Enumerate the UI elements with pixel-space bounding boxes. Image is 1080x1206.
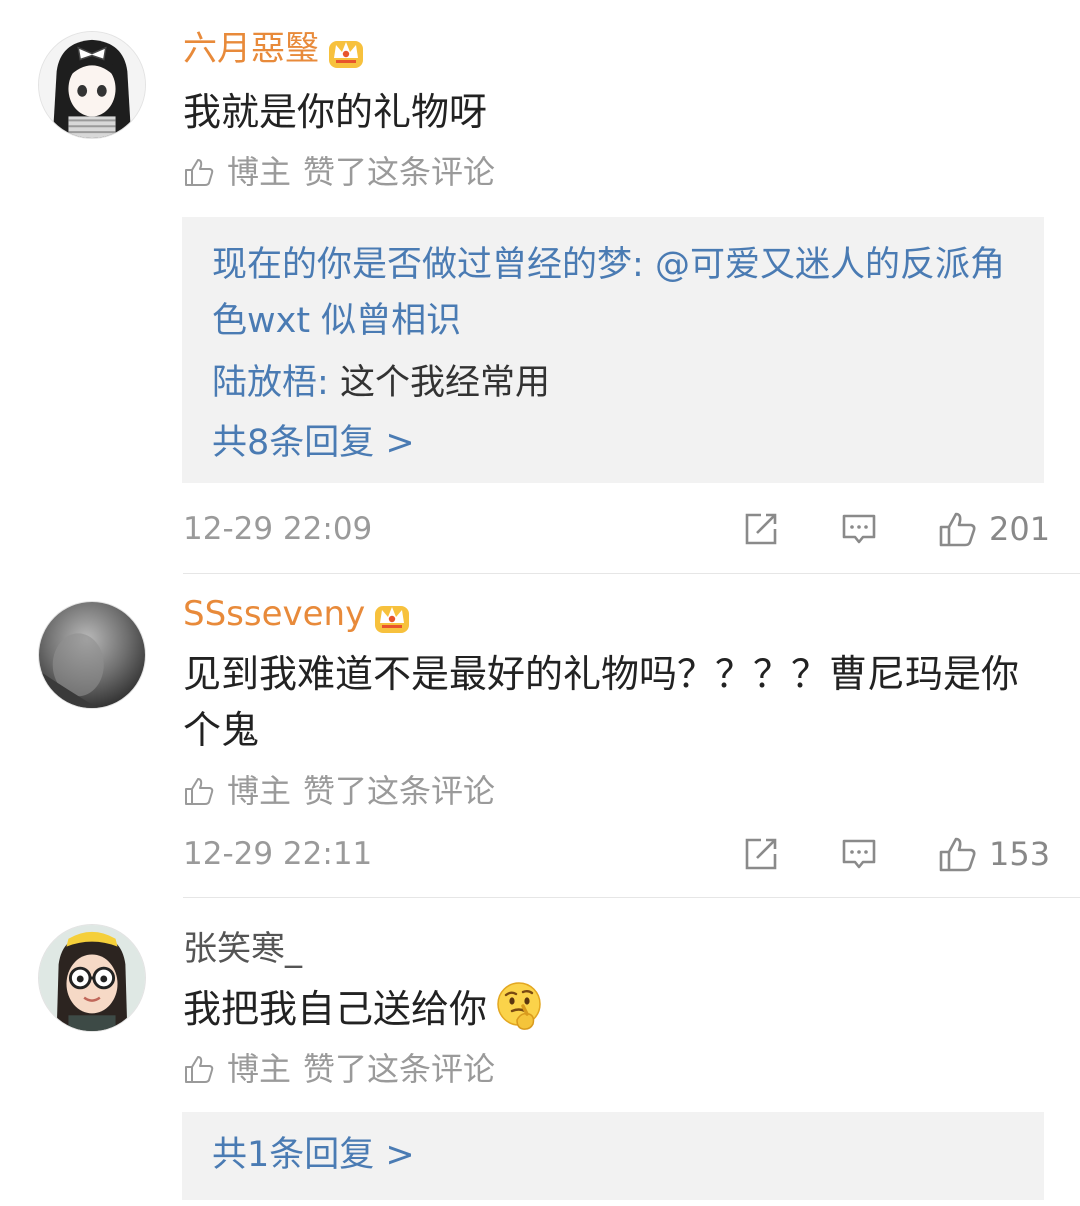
blogger-liked-note: 博主 赞了这条评论 — [183, 771, 495, 811]
reply-author[interactable]: 陆放梧: — [212, 363, 329, 403]
timestamp: 12-29 22:11 — [183, 836, 373, 872]
thinking-emoji-icon — [493, 980, 545, 1032]
username[interactable]: 六月惡瑿 — [183, 28, 365, 70]
reply-text: 这个我经常用 — [339, 363, 550, 403]
comment-text: 我把我自己送给你 — [183, 980, 1053, 1037]
comment-text: 见到我难道不是最好的礼物吗？？？？曹尼玛是你个鬼 — [183, 652, 1020, 752]
username-text[interactable]: 六月惡瑿 — [183, 29, 319, 69]
reply-item[interactable]: 现在的你是否做过曾经的梦: @可爱又迷人的反派角色wxt 似曾相识 — [212, 237, 1014, 349]
like-icon[interactable] — [931, 503, 983, 555]
blogger-label: 博主 — [227, 153, 292, 191]
liked-this-comment-label: 赞了这条评论 — [303, 772, 496, 810]
avatar[interactable] — [38, 924, 146, 1032]
blogger-label: 博主 — [227, 1050, 292, 1088]
reply-item[interactable]: 陆放梧: 这个我经常用 — [212, 355, 1014, 411]
comment-meta-row: 12-29 22:09 201 — [183, 503, 1050, 555]
thumbs-up-icon — [183, 1053, 215, 1085]
reply-preview-box[interactable]: 现在的你是否做过曾经的梦: @可爱又迷人的反派角色wxt 似曾相识 陆放梧: 这… — [182, 217, 1044, 483]
reply-author[interactable]: 现在的你是否做过曾经的梦: — [212, 245, 644, 285]
thumbs-up-icon — [183, 775, 215, 807]
avatar-grayscale-photo — [39, 602, 145, 708]
divider — [183, 897, 1080, 898]
avatar[interactable] — [38, 601, 146, 709]
blogger-liked-note: 博主 赞了这条评论 — [183, 152, 495, 192]
comment-icon[interactable] — [833, 503, 885, 555]
comment-text: 我就是你的礼物呀 — [183, 90, 488, 134]
blogger-label: 博主 — [227, 772, 292, 810]
comment-meta-row: 12-29 22:11 153 — [183, 828, 1050, 880]
liked-this-comment-label: 赞了这条评论 — [303, 153, 496, 191]
like-count: 153 — [989, 835, 1051, 873]
avatar-girl-glasses-photo — [39, 925, 145, 1031]
liked-this-comment-label: 赞了这条评论 — [303, 1050, 496, 1088]
view-all-replies-link[interactable]: 共8条回复 > — [212, 417, 1014, 469]
like-icon[interactable] — [931, 828, 983, 880]
username-text[interactable]: 张笑寒_ — [183, 929, 302, 969]
username[interactable]: SSsseveny — [183, 593, 411, 635]
blogger-liked-note: 博主 赞了这条评论 — [183, 1049, 495, 1089]
share-icon[interactable] — [735, 503, 787, 555]
username[interactable]: 张笑寒_ — [183, 928, 302, 970]
thumbs-up-icon — [183, 156, 215, 188]
reply-preview-box[interactable]: 共1条回复 > — [182, 1112, 1044, 1200]
comment-icon[interactable] — [833, 828, 885, 880]
like-count: 201 — [989, 510, 1051, 548]
crown-vip-icon — [373, 597, 411, 635]
crown-vip-icon — [327, 32, 365, 70]
username-text[interactable]: SSsseveny — [183, 594, 365, 634]
view-all-replies-link[interactable]: 共1条回复 > — [212, 1129, 1014, 1181]
timestamp: 12-29 22:09 — [183, 511, 373, 547]
comment-text-body: 我把我自己送给你 — [183, 987, 488, 1031]
divider — [183, 573, 1080, 574]
avatar[interactable] — [38, 31, 146, 139]
share-icon[interactable] — [735, 828, 787, 880]
avatar-anime-girl-image — [39, 32, 145, 138]
